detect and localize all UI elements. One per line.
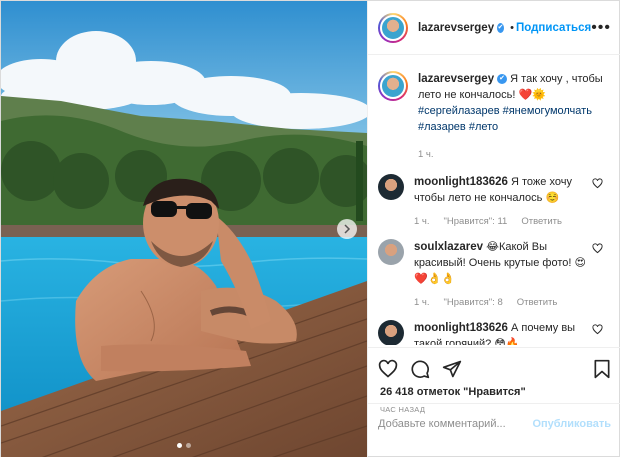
comment-item: moonlight183626 Я тоже хочу чтобы лето н… xyxy=(378,174,611,227)
likes-count[interactable]: 26 418 отметок "Нравится" xyxy=(368,386,620,398)
comment-input[interactable] xyxy=(378,417,533,430)
comment-composer: Опубликовать xyxy=(368,403,620,443)
hashtag[interactable]: #лазарев xyxy=(418,121,466,133)
post-caption: lazarevsergey ✔ Я так хочу , чтобы лето н… xyxy=(378,71,611,160)
share-icon[interactable] xyxy=(442,359,462,379)
commenter-avatar[interactable] xyxy=(378,174,404,200)
verified-icon: ✔ xyxy=(497,22,505,33)
hashtag[interactable]: #сергейлазарев xyxy=(418,105,500,117)
follow-button[interactable]: Подписаться xyxy=(516,22,591,34)
comment-heart-icon[interactable] xyxy=(592,178,603,189)
hashtag[interactable]: #янемогумолчать xyxy=(503,105,592,117)
post-sidebar: lazarevsergey ✔ • Подписаться ••• lazare… xyxy=(367,1,620,457)
caption-meta: 1 ч. xyxy=(418,149,607,160)
save-icon[interactable] xyxy=(593,359,611,379)
reply-button[interactable]: Ответить xyxy=(521,216,562,227)
carousel-indicator xyxy=(1,443,367,448)
author-avatar[interactable] xyxy=(378,71,408,101)
more-options-icon[interactable]: ••• xyxy=(591,19,611,37)
publish-button[interactable]: Опубликовать xyxy=(532,418,611,430)
caption-text-block: lazarevsergey ✔ Я так хочу , чтобы лето н… xyxy=(418,71,607,135)
comment-icon[interactable] xyxy=(410,359,430,379)
comment-likes[interactable]: "Нравится": 8 xyxy=(444,297,503,308)
comment-meta: 1 ч. "Нравится": 11 Ответить xyxy=(414,216,589,227)
post-actions: 26 418 отметок "Нравится" ЧАС НАЗАД Опуб… xyxy=(368,347,620,443)
carousel-dot-active xyxy=(177,443,182,448)
action-bar xyxy=(368,352,620,386)
comment-item: moonlight183626 А почему вы такой горячи… xyxy=(378,320,611,345)
commenter-avatar[interactable] xyxy=(378,320,404,345)
next-slide-button[interactable] xyxy=(337,219,357,239)
comment-heart-icon[interactable] xyxy=(592,243,603,254)
photo-illustration xyxy=(1,1,367,457)
author-username[interactable]: lazarevsergey xyxy=(418,22,494,34)
comment-meta: 1 ч. "Нравится": 8 Ответить xyxy=(414,297,589,308)
next-slide-icon xyxy=(344,224,351,234)
comment-likes[interactable]: "Нравится": 11 xyxy=(444,216,508,227)
comment-time[interactable]: 1 ч. xyxy=(414,216,430,227)
caption-time[interactable]: 1 ч. xyxy=(418,149,434,160)
verified-icon: ✔ xyxy=(497,74,508,85)
reply-button[interactable]: Ответить xyxy=(517,297,558,308)
commenter-username[interactable]: moonlight183626 xyxy=(414,322,508,334)
carousel-dot xyxy=(186,443,191,448)
commenter-username[interactable]: moonlight183626 xyxy=(414,176,508,188)
post-header: lazarevsergey ✔ • Подписаться ••• xyxy=(368,1,620,55)
commenter-avatar[interactable] xyxy=(378,239,404,265)
hashtag[interactable]: #лето xyxy=(469,121,498,133)
commenter-username[interactable]: soulxlazarev xyxy=(414,241,483,253)
separator-dot: • xyxy=(510,21,514,34)
comments-list: lazarevsergey ✔ Я так хочу , чтобы лето н… xyxy=(368,59,620,345)
caption-username[interactable]: lazarevsergey xyxy=(418,73,494,85)
comment-time[interactable]: 1 ч. xyxy=(414,297,430,308)
like-icon[interactable] xyxy=(378,359,398,379)
comment-heart-icon[interactable] xyxy=(592,324,603,335)
comment-item: soulxlazarev 😂Какой Вы красивый! Очень к… xyxy=(378,239,611,308)
instagram-post: lazarevsergey ✔ • Подписаться ••• lazare… xyxy=(0,0,620,457)
post-photo[interactable] xyxy=(1,1,367,457)
author-avatar[interactable] xyxy=(378,12,408,43)
